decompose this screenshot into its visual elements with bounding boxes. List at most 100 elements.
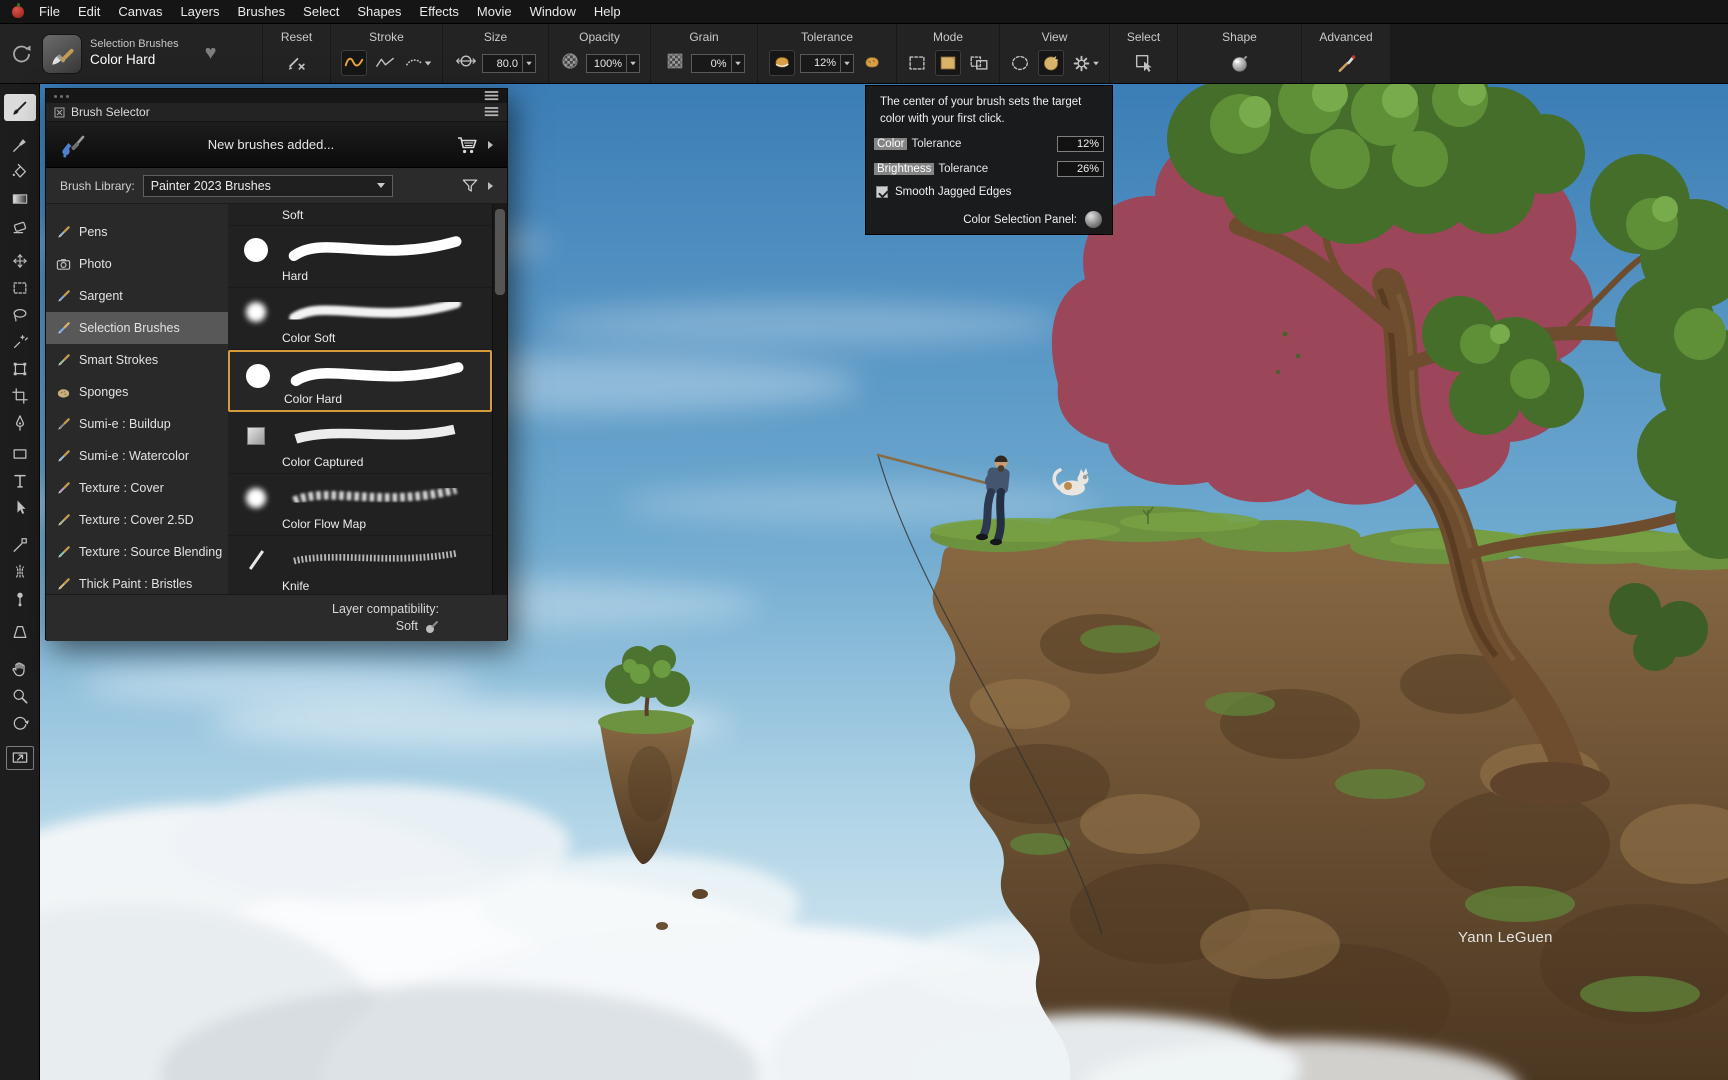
mode-marquee-icon[interactable] <box>966 50 992 76</box>
transform-tool[interactable] <box>4 355 36 382</box>
menu-window[interactable]: Window <box>521 0 585 24</box>
size-caret-icon[interactable] <box>522 55 535 72</box>
rect-shape-tool[interactable] <box>4 440 36 467</box>
text-tool[interactable] <box>4 467 36 494</box>
apple-icon[interactable] <box>12 6 24 18</box>
filter-funnel-icon[interactable] <box>460 176 480 196</box>
shape-sphere-icon[interactable] <box>1227 50 1253 76</box>
brightness-tolerance-value[interactable]: 26% <box>1057 161 1104 177</box>
panel-collapse-icon[interactable] <box>54 107 65 118</box>
category-sargent[interactable]: Sargent <box>46 280 228 312</box>
panel-options-icon[interactable] <box>485 107 499 109</box>
reset-rotation-icon[interactable] <box>8 41 34 67</box>
paint-drop-tool[interactable] <box>4 585 36 612</box>
size-field[interactable]: 80.0 <box>482 54 536 73</box>
grain-caret-icon[interactable] <box>731 55 744 72</box>
lasso-tool[interactable] <box>4 301 36 328</box>
magnifier-tool[interactable] <box>4 682 36 709</box>
window-zoom-tool[interactable] <box>6 746 34 770</box>
paint-brush-drip-icon <box>60 132 86 158</box>
menu-help[interactable]: Help <box>585 0 630 24</box>
panel-drag-strip[interactable] <box>46 89 507 103</box>
color-tolerance-value[interactable]: 12% <box>1057 136 1104 152</box>
menu-shapes[interactable]: Shapes <box>348 0 410 24</box>
mode-dashed-square-icon[interactable] <box>904 50 930 76</box>
rotate-page-tool[interactable] <box>4 709 36 736</box>
filter-expand-icon[interactable] <box>488 182 493 190</box>
variant-color-captured[interactable]: Color Captured <box>228 412 492 474</box>
shape-selection-tool[interactable] <box>4 494 36 521</box>
variant-scrollbar[interactable] <box>492 204 507 594</box>
category-selection-brushes[interactable]: Selection Brushes <box>46 312 228 344</box>
brush-tool[interactable] <box>4 94 36 121</box>
menu-file[interactable]: File <box>30 0 69 24</box>
freehand-stroke-icon[interactable] <box>341 50 367 76</box>
color-selection-panel-icon[interactable] <box>1085 211 1102 228</box>
variant-hard[interactable]: Hard <box>228 226 492 288</box>
select-transform-icon[interactable] <box>1131 50 1157 76</box>
eraser-tool[interactable] <box>4 212 36 239</box>
tolerance-dab-icon[interactable] <box>769 50 795 76</box>
menu-select[interactable]: Select <box>294 0 348 24</box>
tolerance-dab2-icon[interactable] <box>859 50 885 76</box>
variant-color-hard[interactable]: Color Hard <box>228 350 492 412</box>
tolerance-caret-icon[interactable] <box>840 55 853 72</box>
panel-grip-icon[interactable] <box>54 95 69 98</box>
library-dropdown[interactable]: Painter 2023 Brushes <box>143 175 393 197</box>
magic-wand-tool[interactable] <box>4 328 36 355</box>
opacity-caret-icon[interactable] <box>626 55 639 72</box>
menu-brushes[interactable]: Brushes <box>228 0 294 24</box>
smooth-jagged-edges-checkbox[interactable] <box>876 186 888 198</box>
gradient-tool[interactable] <box>4 185 36 212</box>
pen-tool[interactable] <box>4 409 36 436</box>
menu-edit[interactable]: Edit <box>69 0 109 24</box>
category-sumie-watercolor[interactable]: Sumi-e : Watercolor <box>46 440 228 472</box>
layer-adjuster-tool[interactable] <box>4 247 36 274</box>
perspective-guides-tool[interactable] <box>4 618 36 645</box>
category-photo[interactable]: Photo <box>46 248 228 280</box>
category-texture-cover-25d[interactable]: Texture : Cover 2.5D <box>46 504 228 536</box>
mode-fill-square-icon[interactable] <box>935 50 961 76</box>
favorite-heart-icon[interactable]: ♥ <box>205 42 217 65</box>
paint-bucket-tool[interactable] <box>4 158 36 185</box>
menu-canvas[interactable]: Canvas <box>109 0 171 24</box>
eyedropper-tool[interactable] <box>4 131 36 158</box>
category-list: Pens Photo Sargent Selection Brushes Sma… <box>46 204 228 594</box>
category-smart-strokes[interactable]: Smart Strokes <box>46 344 228 376</box>
new-brushes-banner[interactable]: New brushes added... <box>46 122 507 168</box>
section-label: Shape <box>1222 30 1257 45</box>
tolerance-field[interactable]: 12% <box>800 54 854 73</box>
rect-select-tool[interactable] <box>4 274 36 301</box>
category-texture-cover[interactable]: Texture : Cover <box>46 472 228 504</box>
banner-expand-icon[interactable] <box>488 141 493 149</box>
stroke-options-icon[interactable] <box>403 50 433 76</box>
category-texture-source-blending[interactable]: Texture : Source Blending <box>46 536 228 568</box>
opacity-field[interactable]: 100% <box>586 54 640 73</box>
view-ellipse-icon[interactable] <box>1007 50 1033 76</box>
panel-menu-icon[interactable] <box>485 91 499 93</box>
shape-edit-brush-tool[interactable] <box>4 531 36 558</box>
cart-icon[interactable] <box>456 134 478 156</box>
scrollbar-thumb[interactable] <box>495 209 505 295</box>
view-dab-icon[interactable] <box>1038 50 1064 76</box>
menu-movie[interactable]: Movie <box>468 0 521 24</box>
advanced-brush-icon[interactable] <box>1333 50 1359 76</box>
straight-line-stroke-icon[interactable] <box>372 50 398 76</box>
reset-tool-icon[interactable] <box>284 50 310 76</box>
current-brush-icon[interactable] <box>42 34 82 74</box>
category-sumie-buildup[interactable]: Sumi-e : Buildup <box>46 408 228 440</box>
view-gear-icon[interactable] <box>1069 50 1103 76</box>
menu-effects[interactable]: Effects <box>410 0 468 24</box>
variant-color-flow-map[interactable]: Color Flow Map <box>228 474 492 536</box>
menu-layers[interactable]: Layers <box>171 0 228 24</box>
variant-knife[interactable]: Knife <box>228 536 492 594</box>
variant-soft[interactable]: Soft <box>228 204 492 226</box>
crop-tool[interactable] <box>4 382 36 409</box>
category-pens[interactable]: Pens <box>46 216 228 248</box>
variant-color-soft[interactable]: Color Soft <box>228 288 492 350</box>
grabber-hand-tool[interactable] <box>4 655 36 682</box>
category-thick-paint-bristles[interactable]: Thick Paint : Bristles <box>46 568 228 594</box>
mirror-painting-tool[interactable] <box>4 558 36 585</box>
category-sponges[interactable]: Sponges <box>46 376 228 408</box>
grain-field[interactable]: 0% <box>691 54 745 73</box>
